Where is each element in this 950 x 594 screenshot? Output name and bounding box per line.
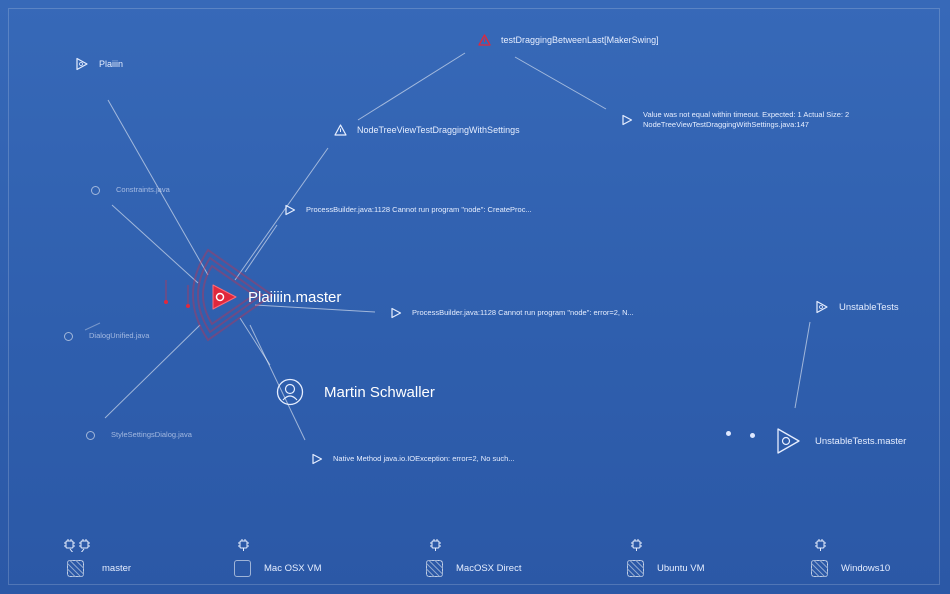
cpu-chip-icon (815, 539, 826, 551)
warning-icon (478, 34, 491, 46)
file-circle-icon (86, 430, 95, 440)
play-outline-icon (285, 204, 296, 216)
node-label: Constraints.java (116, 185, 170, 194)
node-label: UnstableTests.master (815, 435, 907, 447)
user-avatar-icon (276, 378, 304, 406)
node-sublabel: NodeTreeViewTestDraggingWithSettings.jav… (643, 120, 809, 129)
agent-box-icon (234, 560, 251, 577)
agent-label: Mac OSX VM (264, 563, 322, 574)
node-plaiiiin[interactable]: Plaiiin (75, 57, 123, 71)
node-constraints[interactable]: Constraints.java (91, 185, 170, 195)
node-nodetree-settings[interactable]: NodeTreeViewTestDraggingWithSettings (334, 124, 520, 136)
play-outline-icon (816, 300, 828, 314)
cpu-chip-icon (238, 539, 249, 551)
node-value-not-equal[interactable]: Value was not equal within timeout. Expe… (621, 110, 849, 130)
agent-label: Windows10 (841, 563, 891, 574)
play-outline-icon (312, 453, 323, 465)
node-unstable-master[interactable]: UnstableTests.master (775, 427, 906, 455)
cpu-chip-icon (64, 539, 90, 552)
node-label: StyleSettingsDialog.java (111, 430, 192, 439)
node-label: Plaiiin (99, 59, 124, 69)
activity-dot (750, 433, 755, 438)
agent-mac-osx-vm[interactable]: Mac OSX VM (234, 536, 322, 577)
agent-label: MacOSX Direct (456, 563, 522, 574)
node-label: testDraggingBetweenLast[MakerSwing] (501, 35, 659, 45)
node-label: UnstableTests (839, 301, 899, 313)
agent-macosx-direct[interactable]: MacOSX Direct (426, 536, 522, 577)
node-test-dragging-last[interactable]: testDraggingBetweenLast[MakerSwing] (478, 34, 659, 46)
node-unstable-tests[interactable]: UnstableTests (815, 300, 899, 314)
cpu-chip-icon (430, 539, 441, 551)
agents-bar: master Mac OSX VM MacOSX Direct Ubuntu V… (0, 536, 950, 586)
agent-box-icon (811, 560, 828, 577)
node-style-settings[interactable]: StyleSettingsDialog.java (86, 430, 192, 440)
activity-dot (726, 431, 731, 436)
warning-icon (334, 124, 347, 136)
node-label: ProcessBuilder.java:1128 Cannot run prog… (306, 205, 532, 214)
node-label: Native Method java.io.IOException: error… (333, 454, 515, 463)
play-outline-icon (777, 428, 800, 454)
cpu-chip-icon (631, 539, 642, 551)
node-label: Plaiiiin.master (248, 288, 342, 306)
play-filled-icon (212, 284, 237, 310)
node-label: Value was not equal within timeout. Expe… (643, 110, 850, 119)
agent-ubuntu-vm[interactable]: Ubuntu VM (627, 536, 705, 577)
file-circle-icon (91, 185, 100, 195)
graph-edges (84, 52, 811, 441)
node-processbuilder-2[interactable]: ProcessBuilder.java:1128 Cannot run prog… (390, 307, 634, 319)
agent-master[interactable]: master (64, 536, 132, 577)
node-label: Martin Schwaller (324, 383, 435, 401)
node-label: NodeTreeViewTestDraggingWithSettings (357, 125, 520, 135)
agent-box-icon (627, 560, 644, 577)
node-label: DialogUnified.java (89, 331, 150, 340)
play-outline-icon (76, 57, 88, 71)
node-processbuilder-1[interactable]: ProcessBuilder.java:1128 Cannot run prog… (284, 204, 532, 216)
node-dialog-unified[interactable]: DialogUnified.java (64, 331, 149, 341)
node-native-method[interactable]: Native Method java.io.IOException: error… (311, 453, 515, 465)
play-outline-icon (622, 114, 633, 126)
agent-windows10[interactable]: Windows10 (811, 536, 891, 577)
node-label: ProcessBuilder.java:1128 Cannot run prog… (412, 308, 634, 317)
agent-box-icon (426, 560, 443, 577)
agent-box-icon (67, 560, 84, 577)
node-user[interactable]: Martin Schwaller (276, 378, 435, 406)
node-master[interactable]: Plaiiiin.master (210, 283, 341, 311)
agent-label: Ubuntu VM (657, 563, 705, 574)
file-circle-icon (64, 331, 73, 341)
agent-label: master (102, 563, 132, 574)
play-outline-icon (391, 307, 402, 319)
